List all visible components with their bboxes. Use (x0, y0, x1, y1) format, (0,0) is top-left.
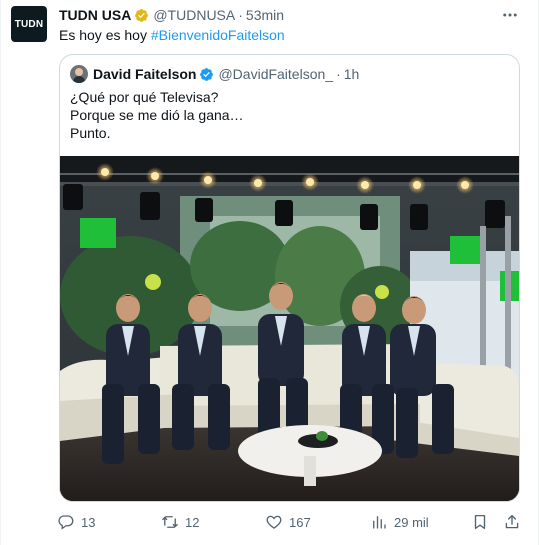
more-options-icon[interactable] (500, 6, 520, 24)
quoted-author-name[interactable]: David Faitelson (93, 66, 196, 82)
views-button[interactable]: 29 mil (370, 512, 429, 532)
quoted-post-time[interactable]: 1h (344, 66, 360, 82)
quoted-tweet-text: ¿Qué por qué Televisa? Porque se me dió … (70, 88, 244, 142)
blue-verified-badge-icon[interactable] (199, 67, 214, 82)
studio-photo[interactable] (60, 156, 519, 501)
reply-icon (58, 515, 74, 530)
post-time[interactable]: 53min (246, 7, 284, 23)
studio-photo-illustration (60, 156, 519, 501)
gold-verified-badge-icon[interactable] (134, 8, 149, 23)
hashtag-link[interactable]: #BienvenidoFaitelson (151, 27, 285, 43)
views-count: 29 mil (394, 514, 429, 530)
quoted-author-avatar[interactable] (70, 65, 88, 83)
quoted-text-line: ¿Qué por qué Televisa? (70, 89, 219, 105)
bookmark-icon (474, 514, 486, 530)
share-icon (505, 514, 519, 529)
tudn-avatar[interactable]: TUDN (11, 6, 47, 42)
repost-icon (162, 516, 178, 528)
reply-button[interactable]: 13 (57, 512, 95, 532)
quoted-separator-dot: · (336, 66, 341, 82)
quoted-text-line: Porque se me dió la gana… (70, 107, 244, 123)
quoted-author-handle[interactable]: @DavidFaitelson_ (218, 66, 333, 82)
tweet-header: TUDN USA @TUDNUSA · 53min (59, 6, 498, 24)
quoted-tweet-header: David Faitelson @DavidFaitelson_ · 1h (70, 65, 359, 83)
tweet-text: Es hoy es hoy #BienvenidoFaitelson (59, 26, 285, 44)
action-bar: 13 12 167 29 mil (57, 512, 527, 532)
analytics-icon (373, 516, 386, 529)
avatar-logo-text: TUDN (14, 18, 44, 30)
like-button[interactable]: 167 (265, 512, 311, 532)
separator-dot: · (238, 7, 243, 23)
author-name[interactable]: TUDN USA (59, 7, 131, 23)
repost-count: 12 (185, 514, 200, 530)
repost-button[interactable]: 12 (161, 512, 199, 532)
like-count: 167 (289, 514, 311, 530)
quoted-text-line: Punto. (70, 125, 111, 141)
reply-count: 13 (81, 514, 96, 530)
tweet-text-plain: Es hoy es hoy (59, 27, 151, 43)
author-handle[interactable]: @TUDNUSA (153, 7, 235, 23)
tweet-card[interactable]: TUDN TUDN USA @TUDNUSA · 53min Es hoy es… (0, 0, 539, 545)
share-button[interactable] (503, 512, 521, 532)
bookmark-button[interactable] (471, 512, 489, 532)
quoted-tweet[interactable]: David Faitelson @DavidFaitelson_ · 1h ¿Q… (59, 54, 520, 502)
heart-icon (266, 515, 282, 529)
